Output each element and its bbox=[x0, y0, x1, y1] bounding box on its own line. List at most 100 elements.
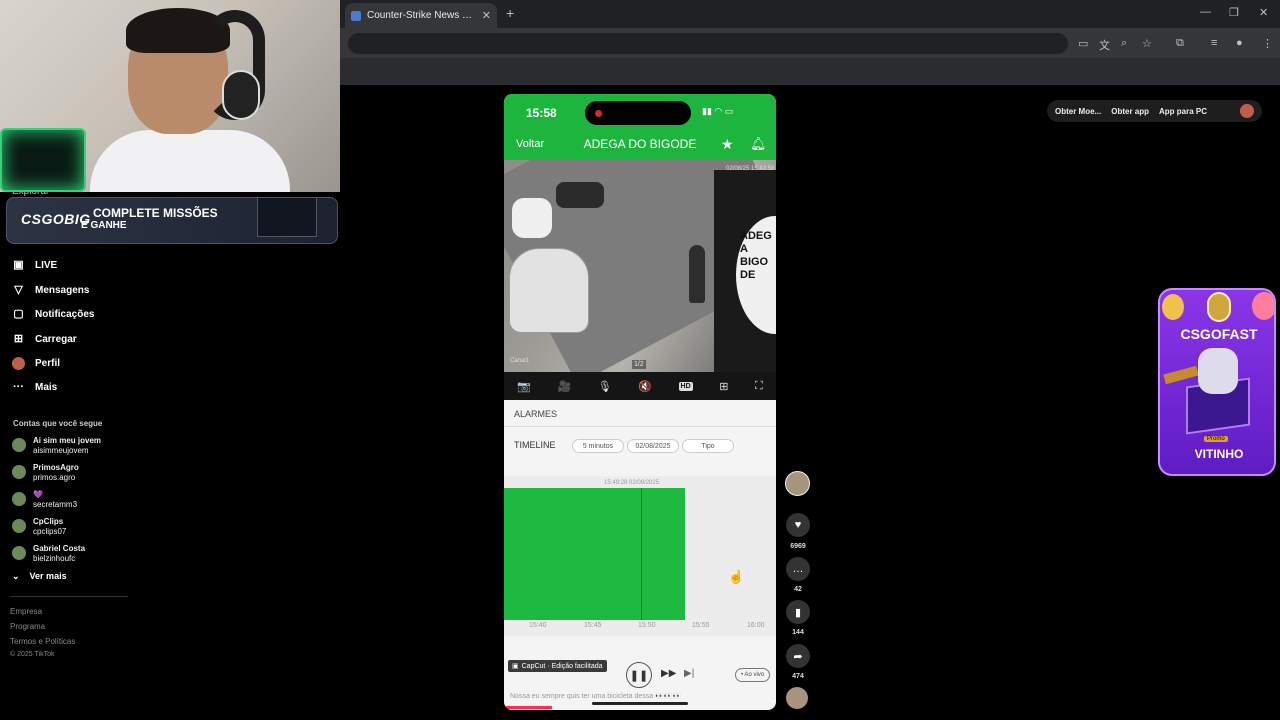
avatar bbox=[12, 546, 26, 560]
sidebar-item-messages[interactable]: ▽ Mensagens bbox=[12, 280, 89, 300]
pc-app-button[interactable]: App para PC bbox=[1159, 107, 1207, 116]
list-item[interactable]: CpClips cpclips07 bbox=[12, 514, 66, 538]
sidebar-item-label: Notificações bbox=[35, 308, 95, 320]
live-button: • Ao vivo bbox=[735, 668, 771, 682]
bookmark-icon[interactable]: ▮ bbox=[786, 600, 810, 624]
more-icon: ··· bbox=[13, 380, 24, 393]
footer-link[interactable]: Programa bbox=[10, 622, 45, 631]
messages-icon: ▽ bbox=[14, 283, 23, 296]
bookmark-star-icon[interactable]: ☆ bbox=[1142, 37, 1152, 50]
promo-code: VITINHO bbox=[1194, 447, 1244, 461]
get-coins-button[interactable]: Obter Moe... bbox=[1055, 107, 1101, 116]
white-car-far bbox=[512, 198, 552, 238]
timeline-tick: 16:00 bbox=[747, 622, 765, 629]
fullscreen-icon: ⛶ bbox=[754, 379, 763, 392]
comment-icon[interactable]: … bbox=[786, 557, 810, 581]
chevron-down-icon: ⌄ bbox=[12, 571, 20, 581]
timeline-cursor-time: 15:49:28 02/08/2025 bbox=[604, 480, 660, 486]
webcam-overlay bbox=[0, 0, 340, 192]
sidebar-item-live[interactable]: ▣ LIVE bbox=[12, 255, 57, 275]
profile-icon[interactable]: ● bbox=[1236, 37, 1243, 49]
video-progress[interactable] bbox=[504, 706, 552, 709]
music-disc-icon[interactable] bbox=[786, 687, 808, 709]
account-name: 💜 bbox=[33, 489, 43, 499]
close-window-button[interactable]: ✕ bbox=[1259, 6, 1268, 19]
promo-title: CSGOFAST bbox=[1180, 326, 1258, 342]
footer-link[interactable]: Empresa bbox=[10, 607, 42, 616]
record-video-icon: 🎥 bbox=[557, 380, 572, 393]
camera-timestamp: 02/08/25 15:43:58 bbox=[726, 166, 775, 172]
list-item[interactable]: PrimosAgro primos.agro bbox=[12, 460, 79, 484]
banner-line-1: COMPLETE MISSÕES bbox=[93, 206, 218, 220]
share-icon[interactable]: ➦ bbox=[786, 644, 810, 668]
csgobig-banner: CSGOBIG COMPLETE MISSÕES E GANHE bbox=[6, 197, 338, 244]
tab-favicon-icon bbox=[351, 10, 361, 21]
timeline-cursor bbox=[641, 488, 642, 620]
browser-tab[interactable]: Counter-Strike News & Coverag ✕ bbox=[345, 3, 497, 28]
comment-count: 42 bbox=[794, 586, 802, 593]
sidebar-item-profile[interactable]: Perfil bbox=[12, 353, 60, 373]
copyright: © 2025 TikTok bbox=[10, 651, 55, 658]
video-player[interactable]: 15:58 ▮▮ ◠ ▭ ADEGA DO BIGODE Voltar ★ 🔔︎… bbox=[504, 94, 776, 710]
csgofast-promo: CSGOFAST Promo VITINHO bbox=[1158, 288, 1276, 476]
tab-title: Counter-Strike News & Coverag bbox=[367, 10, 476, 21]
back-button: Voltar bbox=[516, 138, 545, 150]
list-item[interactable]: Ai sim meu jovem aisimmeujovem bbox=[12, 433, 101, 457]
record-icon bbox=[595, 110, 602, 117]
minimize-button[interactable]: — bbox=[1200, 6, 1211, 18]
address-bar[interactable] bbox=[348, 33, 1068, 54]
creator-avatar[interactable] bbox=[785, 471, 810, 496]
star-icon: ★ bbox=[721, 136, 734, 152]
signal-wifi-battery-icon: ▮▮ ◠ ▭ bbox=[702, 106, 734, 116]
share-count: 474 bbox=[792, 673, 804, 680]
get-app-button[interactable]: Obter app bbox=[1111, 107, 1149, 116]
account-handle: aisimmeujovem bbox=[33, 445, 89, 455]
reading-list-icon[interactable]: ≡ bbox=[1211, 37, 1217, 49]
tab-close-icon[interactable]: ✕ bbox=[482, 9, 491, 22]
timeline-tick: 15:40 bbox=[529, 622, 547, 629]
sidebar-item-more[interactable]: ··· Mais bbox=[12, 377, 57, 397]
pc-case bbox=[0, 128, 86, 192]
zoom-icon[interactable]: ⌕ bbox=[1121, 37, 1127, 50]
see-more-label: Ver mais bbox=[29, 571, 67, 581]
upload-icon: ⊞ bbox=[13, 332, 24, 345]
restore-button[interactable]: ❐ bbox=[1229, 6, 1239, 19]
footer-link[interactable]: Termos e Políticas bbox=[10, 637, 75, 646]
timeline-tick: 15:45 bbox=[584, 622, 602, 629]
camera-label: Canal1 bbox=[510, 358, 530, 364]
sidebar-item-label: LIVE bbox=[35, 259, 58, 271]
list-item[interactable]: 💜 secretamm3 bbox=[12, 487, 77, 511]
promo-badge: Promo bbox=[1204, 436, 1228, 442]
save-count: 144 bbox=[792, 629, 804, 636]
hd-icon: HD bbox=[678, 381, 693, 391]
timeline: 15:49:28 02/08/2025 15:40 15:45 15:50 15… bbox=[504, 476, 776, 636]
timeline-tick: 15:55 bbox=[692, 622, 710, 629]
avatar bbox=[12, 519, 26, 533]
timeline-tick: 15:50 bbox=[638, 622, 656, 629]
status-time: 15:58 bbox=[526, 106, 557, 120]
cast-icon[interactable]: ▭ bbox=[1078, 37, 1088, 50]
camera-controls: 📷 🎥 🎙 🔇 HD ⊞ ⛶ bbox=[504, 372, 776, 400]
translate-icon[interactable]: 文 bbox=[1099, 37, 1110, 53]
capcut-badge[interactable]: ▣ CapCut · Edição facilitada bbox=[508, 660, 607, 672]
bell-icon: 🔔︎ bbox=[750, 136, 767, 151]
new-tab-button[interactable]: + bbox=[506, 5, 514, 21]
pedestrian bbox=[689, 245, 705, 303]
shop-logo-text: ADEGA BIGODE bbox=[740, 230, 772, 281]
extensions-icon[interactable]: ⧉ bbox=[1176, 37, 1184, 50]
capcut-label: CapCut · Edição facilitada bbox=[521, 662, 603, 670]
see-more-button[interactable]: ⌄ Ver mais bbox=[12, 571, 67, 582]
sidebar-item-label: Mensagens bbox=[35, 284, 90, 296]
dynamic-island bbox=[585, 101, 691, 125]
sidebar-item-upload[interactable]: ⊞ Carregar bbox=[12, 329, 77, 349]
avatar[interactable] bbox=[1240, 104, 1254, 118]
menu-icon[interactable]: ⋮ bbox=[1262, 37, 1273, 50]
account-handle: bielzinhoufc bbox=[33, 553, 76, 563]
sidebar-item-label: Perfil bbox=[35, 357, 61, 369]
list-item[interactable]: Gabriel Costa bielzinhoufc bbox=[12, 541, 85, 565]
like-icon[interactable]: ♥ bbox=[786, 513, 810, 537]
fast-forward-icon: ▶▶ bbox=[661, 668, 677, 679]
account-name: Gabriel Costa bbox=[33, 543, 86, 553]
account-name: CpClips bbox=[33, 516, 64, 526]
sidebar-item-notifications[interactable]: ▢ Notificações bbox=[12, 304, 94, 324]
